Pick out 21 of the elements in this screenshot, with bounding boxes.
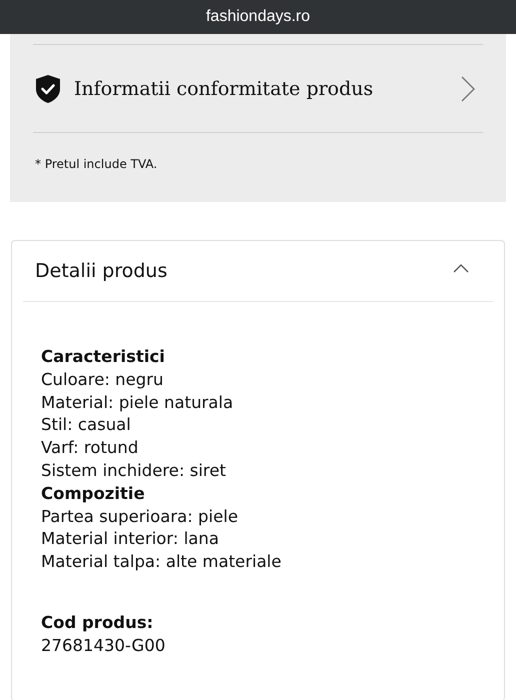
- compliance-link[interactable]: Informatii conformitate produs: [33, 45, 483, 132]
- spec-line: 27681430-G00: [41, 634, 166, 657]
- tax-note: * Pretul include TVA.: [35, 157, 158, 171]
- chevron-right-icon: [461, 76, 475, 102]
- spec-line: Material interior: lana: [41, 528, 220, 550]
- spec-line: Material talpa: alte materiale: [41, 551, 282, 574]
- spec-line: Sistem inchidere: siret: [41, 460, 227, 482]
- url-text: fashiondays.ro: [206, 8, 310, 26]
- spec-line: Partea superioara: piele: [41, 506, 239, 528]
- spec-line: Material: piele naturala: [41, 392, 234, 414]
- section-title: Detalii produs: [35, 260, 168, 282]
- spec-heading: Cod produs:: [41, 612, 154, 634]
- shield-check-icon: [34, 74, 62, 104]
- chevron-up-icon: [453, 263, 469, 273]
- spec-heading: Caracteristici: [41, 346, 166, 368]
- spec-line: Culoare: negru: [41, 368, 164, 391]
- details-header[interactable]: Detalii produs: [23, 241, 493, 302]
- spec-line: Varf: rotund: [41, 437, 140, 460]
- address-bar[interactable]: fashiondays.ro: [0, 0, 516, 34]
- spec-heading: Compozitie: [41, 482, 146, 505]
- spec-line: Stil: casual: [41, 414, 132, 436]
